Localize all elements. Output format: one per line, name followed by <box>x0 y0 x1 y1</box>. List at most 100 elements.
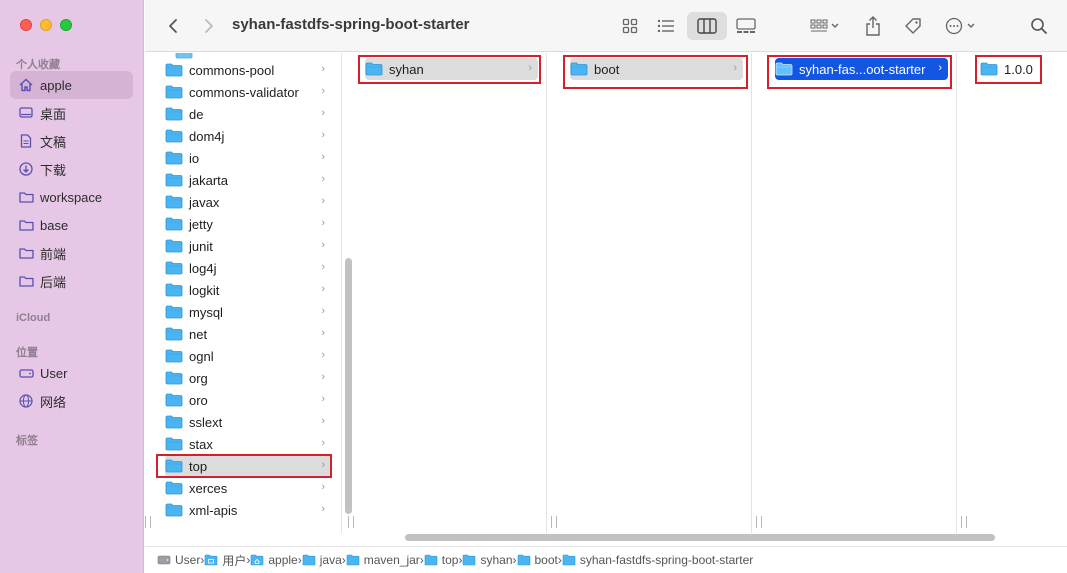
sidebar-item-network[interactable]: 网络 <box>10 387 133 415</box>
chevron-right-icon: › <box>321 85 325 97</box>
folder-row[interactable]: stax › <box>165 433 331 455</box>
tag-button[interactable] <box>901 12 925 40</box>
sidebar-item-user-disk[interactable]: User <box>10 359 133 387</box>
icloud-section-label: iCloud <box>16 312 51 324</box>
sidebar-item-base[interactable]: base <box>10 211 133 239</box>
minimize-window-button[interactable] <box>40 19 52 31</box>
sidebar-item-frontend[interactable]: 前端 <box>10 239 133 267</box>
group-icon <box>810 19 839 32</box>
sidebar-item-backend[interactable]: 后端 <box>10 267 133 295</box>
folder-row[interactable]: commons-pool › <box>165 59 331 81</box>
path-crumb[interactable]: syhan-fastdfs-spring-boot-starter <box>562 553 753 567</box>
folder-row[interactable]: javax › <box>165 191 331 213</box>
folder-icon <box>463 554 476 566</box>
column-resize-handle[interactable] <box>348 516 354 528</box>
path-crumb[interactable]: 用户 <box>204 552 246 569</box>
folder-row[interactable]: xml-apis › <box>165 499 331 521</box>
folder-name: net <box>189 326 208 342</box>
gallery-view-button[interactable] <box>731 12 761 40</box>
chevron-right-icon: › <box>321 261 325 273</box>
folder-name: mysql <box>189 304 223 320</box>
column-resize-handle[interactable] <box>961 516 967 528</box>
sidebar-item-label: 桌面 <box>40 106 67 122</box>
folder-row[interactable]: de › <box>165 103 331 125</box>
back-button[interactable] <box>163 12 183 40</box>
column-resize-handle[interactable] <box>145 516 151 528</box>
folder-name: commons-pool <box>189 62 275 78</box>
more-actions-button[interactable] <box>941 12 981 40</box>
folder-icon <box>165 63 183 77</box>
gallery-icon <box>736 18 756 33</box>
chevron-right-icon: › <box>321 129 325 141</box>
column-view-button[interactable] <box>687 12 727 40</box>
path-crumb[interactable]: syhan <box>462 553 513 567</box>
horizontal-scrollbar[interactable] <box>405 534 995 541</box>
folder-icon <box>165 151 183 165</box>
icon-view-button[interactable] <box>615 12 645 40</box>
vertical-scrollbar[interactable] <box>345 258 352 514</box>
search-button[interactable] <box>1027 12 1051 40</box>
column-browser[interactable]: commons-pool › commons-validator › de › dom4j ›… <box>145 53 1067 543</box>
folder-row[interactable]: org › <box>165 367 331 389</box>
desktop-icon <box>18 105 34 121</box>
share-button[interactable] <box>861 12 885 40</box>
column-resize-handle[interactable] <box>756 516 762 528</box>
folder-row[interactable]: junit › <box>165 235 331 257</box>
close-window-button[interactable] <box>20 19 32 31</box>
chevron-right-icon: › <box>321 283 325 295</box>
tags-section-label: 标签 <box>16 435 38 447</box>
folder-row[interactable]: oro › <box>165 389 331 411</box>
folder-icon <box>165 85 183 99</box>
folder-name: de <box>189 106 204 122</box>
sidebar-item-apple[interactable]: apple <box>10 71 133 99</box>
folder-icon <box>165 283 183 297</box>
column-4[interactable]: syhan-fas...oot-starter › <box>765 53 957 533</box>
path-crumb-label: top <box>441 553 459 567</box>
folder-name: logkit <box>189 282 220 298</box>
folder-row[interactable]: jetty › <box>165 213 331 235</box>
folder-row[interactable]: jakarta › <box>165 169 331 191</box>
column-5[interactable]: 1.0.0 <box>970 53 1067 533</box>
sidebar-item-downloads[interactable]: 下载 <box>10 155 133 183</box>
group-by-button[interactable] <box>805 12 845 40</box>
folder-name: sslext <box>189 414 223 430</box>
folder-row[interactable]: ognl › <box>165 345 331 367</box>
highlight-box <box>975 55 1042 84</box>
column-resize-handle[interactable] <box>551 516 557 528</box>
path-crumb[interactable]: java <box>302 553 342 567</box>
folder-row[interactable]: mysql › <box>165 301 331 323</box>
chevron-right-icon: › <box>321 481 325 493</box>
folder-row[interactable]: logkit › <box>165 279 331 301</box>
folder-row[interactable]: dom4j › <box>165 125 331 147</box>
folder-name: commons-validator <box>189 84 299 100</box>
path-crumb[interactable]: boot <box>517 553 558 567</box>
folder-icon <box>165 437 183 451</box>
sidebar-item-documents[interactable]: 文稿 <box>10 127 133 155</box>
folder-row[interactable]: xerces › <box>165 477 331 499</box>
folder-icon <box>18 273 34 289</box>
folder-icon <box>165 481 183 495</box>
folder-row[interactable]: log4j › <box>165 257 331 279</box>
folder-row[interactable]: sslext › <box>165 411 331 433</box>
folder-row[interactable]: io › <box>165 147 331 169</box>
list-view-button[interactable] <box>651 12 681 40</box>
zoom-window-button[interactable] <box>60 19 72 31</box>
chevron-right-icon: › <box>321 327 325 339</box>
sidebar-item-desktop[interactable]: 桌面 <box>10 99 133 127</box>
path-crumb[interactable]: maven_jar <box>346 553 420 567</box>
folder-icon <box>165 327 183 341</box>
path-crumb[interactable]: top <box>424 553 459 567</box>
path-crumb[interactable]: User <box>157 553 200 567</box>
column-2[interactable]: syhan › <box>355 53 547 533</box>
sidebar-item-label: 文稿 <box>40 134 67 150</box>
path-crumb[interactable]: apple <box>250 553 298 567</box>
ellipsis-circle-icon <box>945 17 975 35</box>
sidebar-item-workspace[interactable]: workspace <box>10 183 133 211</box>
favorites-section-label: 个人收藏 <box>16 59 60 71</box>
forward-button[interactable] <box>199 12 219 40</box>
folder-row[interactable]: commons-validator › <box>165 81 331 103</box>
chevron-left-icon <box>169 19 177 33</box>
folder-icon <box>18 189 34 205</box>
column-3[interactable]: boot › <box>560 53 752 533</box>
folder-row[interactable]: net › <box>165 323 331 345</box>
